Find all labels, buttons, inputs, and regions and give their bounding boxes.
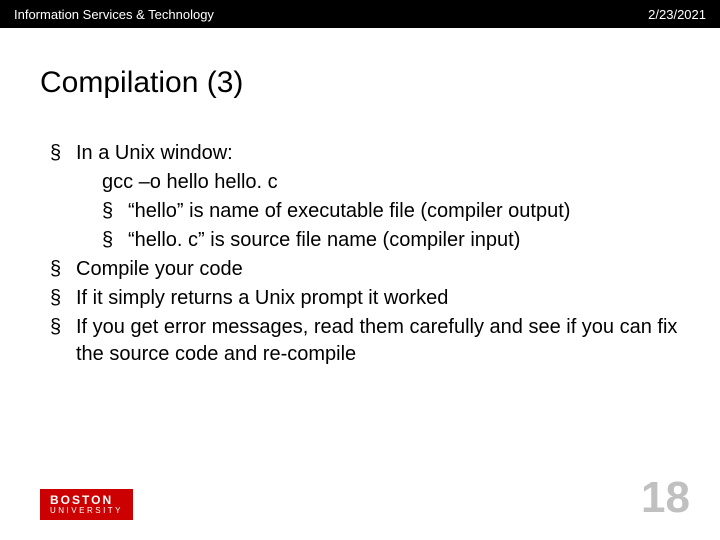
header-left: Information Services & Technology [14, 7, 214, 22]
header-bar: Information Services & Technology 2/23/2… [0, 0, 720, 28]
logo-line2: UNIVERSITY [50, 507, 123, 515]
bullet-text: If it simply returns a Unix prompt it wo… [76, 285, 680, 312]
bullet-text: “hello” is name of executable file (comp… [128, 198, 680, 225]
bullet-level1: § In a Unix window: [50, 140, 680, 167]
page-number: 18 [641, 476, 690, 520]
header-date: 2/23/2021 [648, 7, 706, 22]
slide-title: Compilation (3) [0, 28, 720, 110]
bullet-level1: § If it simply returns a Unix prompt it … [50, 285, 680, 312]
bullet-text: In a Unix window: [76, 140, 680, 167]
bullet-level1: § If you get error messages, read them c… [50, 314, 680, 368]
bullet-level2: § “hello. c” is source file name (compil… [50, 227, 680, 254]
bullet-level1: § Compile your code [50, 256, 680, 283]
bullet-text: “hello. c” is source file name (compiler… [128, 227, 680, 254]
footer: BOSTON UNIVERSITY 18 [0, 476, 720, 520]
bullet-icon: § [50, 256, 76, 283]
bullet-icon: § [102, 227, 128, 254]
bullet-level2: § “hello” is name of executable file (co… [50, 198, 680, 225]
bullet-icon: § [50, 140, 76, 167]
slide-content: § In a Unix window: gcc –o hello hello. … [0, 110, 720, 368]
boston-university-logo: BOSTON UNIVERSITY [40, 489, 133, 520]
logo-line1: BOSTON [50, 494, 123, 506]
bullet-icon: § [50, 285, 76, 312]
command-line: gcc –o hello hello. c [50, 169, 680, 196]
bullet-text: If you get error messages, read them car… [76, 314, 680, 368]
bullet-text: Compile your code [76, 256, 680, 283]
bullet-icon: § [50, 314, 76, 368]
bullet-icon: § [102, 198, 128, 225]
